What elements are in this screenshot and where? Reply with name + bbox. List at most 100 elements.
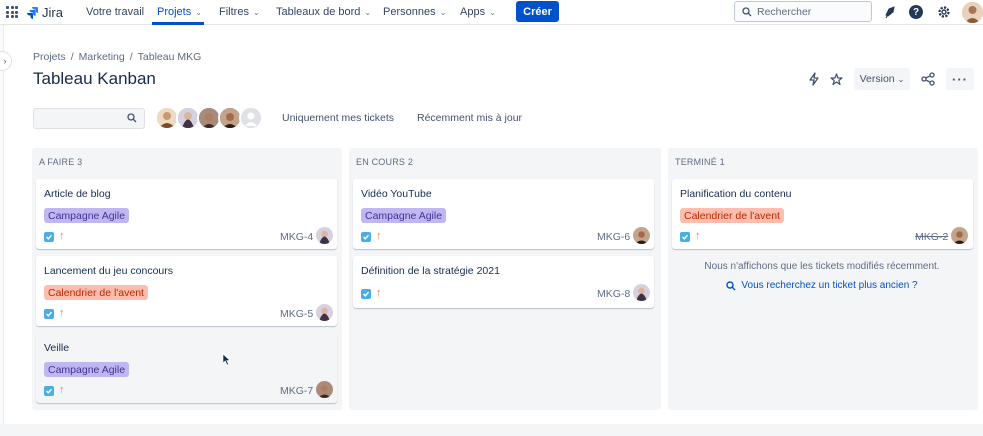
assignee-avatar[interactable]	[316, 227, 333, 244]
notification-bell-glyph	[884, 5, 895, 18]
avatar-unassigned[interactable]	[239, 106, 263, 130]
chevron-down-icon: ⌄	[364, 7, 372, 17]
assignee-avatar[interactable]	[633, 284, 650, 301]
app-switcher-icon[interactable]	[6, 6, 18, 18]
card-title: Article de blog	[44, 188, 111, 200]
card-title: Définition de la stratégie 2021	[361, 265, 500, 277]
nav-apps[interactable]: Apps ⌄	[460, 6, 496, 18]
column-header: EN COURS 2	[356, 157, 413, 167]
filter-only-my-issues[interactable]: Uniquement mes tickets	[282, 112, 394, 124]
create-button[interactable]: Créer	[516, 1, 559, 22]
issue-card[interactable]: Lancement du jeu concours Calendrier de …	[36, 256, 337, 326]
column-name: EN COURS	[356, 157, 406, 167]
share-icon[interactable]	[920, 71, 936, 87]
nav-label: Votre travail	[86, 6, 145, 18]
avatar-image	[199, 108, 219, 128]
gear-icon	[938, 6, 950, 18]
lightning-icon[interactable]	[806, 71, 822, 87]
breadcrumb-separator: /	[129, 51, 133, 63]
column-count: 1	[719, 157, 725, 167]
help-glyph: ?	[909, 5, 923, 19]
breadcrumb-item-marketing[interactable]: Marketing	[79, 51, 125, 63]
star-icon[interactable]	[828, 71, 844, 87]
priority-high-icon: ↑	[695, 230, 701, 242]
sidebar-collapsed	[0, 25, 4, 436]
avatar-image	[316, 227, 333, 244]
checkbox-task-icon	[44, 386, 54, 396]
assignee-avatar[interactable]	[316, 381, 333, 398]
search-icon	[726, 280, 736, 290]
assignee-avatar[interactable]	[951, 227, 968, 244]
nav-label: Tableaux de bord	[276, 6, 361, 18]
card-title: Vidéo YouTube	[361, 188, 432, 200]
avatar-image	[951, 227, 968, 244]
assignee-avatar[interactable]	[316, 304, 333, 321]
chevron-down-icon: ⌄	[439, 7, 447, 17]
nav-label: Apps	[460, 6, 486, 18]
more-icon[interactable]: ···	[946, 68, 974, 90]
issue-card[interactable]: Article de blog Campagne Agile ↑ MKG-4	[36, 179, 337, 249]
version-label: Version	[859, 73, 895, 85]
nav-label: Projets	[157, 6, 192, 18]
issue-card[interactable]: Vidéo YouTube Campagne Agile ↑ MKG-6	[353, 179, 654, 249]
column-header: A FAIRE 3	[39, 157, 82, 167]
nav-people[interactable]: Personnes ⌄	[383, 6, 446, 18]
card-title: Veille	[44, 342, 70, 354]
avatar-image	[157, 108, 177, 128]
nav-label: Filtres	[219, 6, 249, 18]
nav-your-work[interactable]: Votre travail	[86, 6, 144, 18]
settings-icon[interactable]	[936, 4, 952, 20]
issue-key: MKG-5	[280, 308, 314, 320]
mouse-cursor-icon	[222, 353, 231, 366]
nav-projects[interactable]: Projets ⌄	[157, 6, 202, 18]
board-search-input[interactable]	[33, 108, 145, 129]
expand-sidebar-button[interactable]: ›	[0, 51, 12, 71]
notification-icon[interactable]	[882, 4, 898, 20]
checkbox-task-icon	[680, 232, 690, 242]
nav-label: Personnes	[383, 6, 436, 18]
assignee-avatar[interactable]	[633, 227, 650, 244]
column-in-progress: EN COURS 2 Vidéo YouTube Campagne Agile …	[349, 148, 661, 410]
user-avatar[interactable]	[962, 2, 983, 23]
column-header: TERMINÉ 1	[675, 157, 725, 167]
column-name: TERMINÉ	[675, 157, 717, 167]
issue-card[interactable]: Planification du contenu Calendrier de l…	[672, 179, 973, 249]
page-footer-band	[0, 424, 983, 436]
breadcrumb-item-board[interactable]: Tableau MKG	[138, 51, 202, 63]
filter-recently-updated[interactable]: Récemment mis à jour	[417, 112, 522, 124]
priority-high-icon: ↑	[376, 230, 382, 242]
version-dropdown[interactable]: Version ⌄	[854, 68, 910, 90]
top-navigation: Jira Votre travail Projets ⌄ Filtres ⌄ T…	[0, 0, 983, 25]
breadcrumb-item-projects[interactable]: Projets	[33, 51, 66, 63]
chevron-down-icon: ⌄	[252, 7, 260, 17]
priority-high-icon: ↑	[59, 307, 65, 319]
chevron-down-icon: ⌄	[897, 74, 905, 84]
older-issue-search-link[interactable]: Vous recherchez un ticket plus ancien ?	[668, 280, 976, 291]
issue-card[interactable]: Définition de la stratégie 2021 ↑ MKG-8	[353, 256, 654, 308]
star-glyph	[829, 72, 843, 85]
issue-key: MKG-7	[280, 385, 314, 397]
issue-key: MKG-4	[280, 231, 314, 243]
search-icon	[127, 113, 137, 123]
help-icon[interactable]: ?	[908, 4, 924, 20]
avatar-image	[316, 304, 333, 321]
card-title: Lancement du jeu concours	[44, 265, 173, 277]
breadcrumb: Projets / Marketing / Tableau MKG	[33, 51, 201, 63]
active-nav-indicator	[152, 22, 204, 25]
column-name: A FAIRE	[39, 157, 75, 167]
epic-label: Campagne Agile	[44, 208, 130, 223]
issue-key: MKG-6	[597, 231, 631, 243]
nav-filters[interactable]: Filtres ⌄	[219, 6, 260, 18]
priority-high-icon: ↑	[376, 287, 382, 299]
epic-label: Calendrier de l'avent	[680, 208, 784, 223]
avatar-image	[633, 227, 650, 244]
search-placeholder: Rechercher	[757, 5, 812, 18]
checkbox-task-icon	[361, 289, 371, 299]
epic-label: Calendrier de l'avent	[44, 285, 148, 300]
jira-logo-icon	[27, 6, 38, 19]
priority-high-icon: ↑	[59, 230, 65, 242]
jira-logo[interactable]: Jira	[26, 5, 63, 20]
global-search-input[interactable]: Rechercher	[734, 1, 872, 22]
issue-card[interactable]: Veille Campagne Agile ↑ MKG-7	[36, 333, 337, 403]
nav-dashboards[interactable]: Tableaux de bord ⌄	[276, 6, 371, 18]
